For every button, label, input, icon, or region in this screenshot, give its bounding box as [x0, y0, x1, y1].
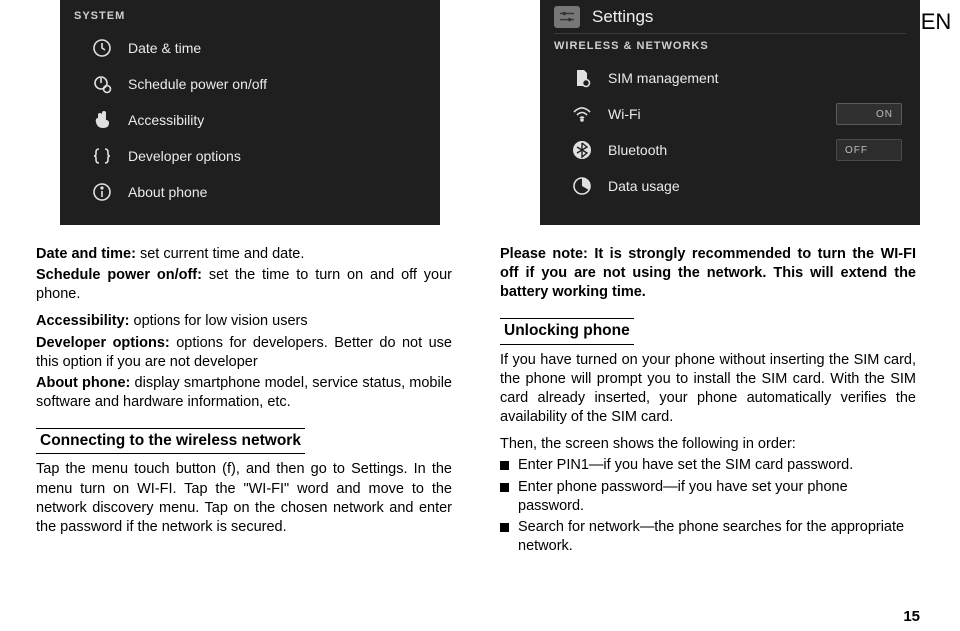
setting-wifi[interactable]: Wi-Fi ON — [554, 96, 906, 132]
braces-icon — [92, 146, 112, 166]
section-header-wireless: WIRELESS & NETWORKS — [554, 40, 906, 52]
term-schedule-power: Schedule power on/off: — [36, 267, 202, 283]
setting-label: SIM management — [608, 70, 906, 86]
bluetooth-icon — [572, 140, 592, 160]
desc-date-time: set current time and date. — [136, 246, 304, 262]
setting-sim-management[interactable]: SIM management — [554, 60, 906, 96]
settings-sliders-icon — [554, 6, 580, 28]
setting-label: Developer options — [128, 148, 426, 164]
please-note: Please note: It is strongly recommended … — [500, 246, 916, 300]
setting-label: Wi-Fi — [608, 106, 820, 122]
body-column-right: Please note: It is strongly recommended … — [500, 245, 916, 558]
page-number: 15 — [903, 608, 920, 625]
data-usage-icon — [572, 176, 592, 196]
list-item: Search for network—the phone searches fo… — [500, 518, 916, 556]
setting-label: About phone — [128, 184, 426, 200]
setting-label: Bluetooth — [608, 142, 820, 158]
term-accessibility: Accessibility: — [36, 313, 130, 329]
setting-schedule-power[interactable]: Schedule power on/off — [74, 66, 426, 102]
clock-icon — [92, 38, 112, 58]
setting-date-time[interactable]: Date & time — [74, 30, 426, 66]
info-icon — [92, 182, 112, 202]
paragraph-wifi-instructions: Tap the menu touch button (f), and then … — [36, 460, 452, 537]
heading-unlocking-phone: Unlocking phone — [500, 318, 634, 344]
settings-title-row: Settings — [554, 0, 906, 34]
section-header-system: SYSTEM — [74, 10, 426, 22]
sim-icon — [572, 68, 592, 88]
term-developer-options: Developer options: — [36, 335, 170, 351]
setting-data-usage[interactable]: Data usage — [554, 168, 906, 204]
wireless-settings-panel: Settings WIRELESS & NETWORKS SIM managem… — [540, 0, 920, 225]
term-date-time: Date and time: — [36, 246, 136, 262]
setting-label: Date & time — [128, 40, 426, 56]
unlock-steps-list: Enter PIN1—if you have set the SIM card … — [500, 456, 916, 556]
setting-accessibility[interactable]: Accessibility — [74, 102, 426, 138]
setting-bluetooth[interactable]: Bluetooth OFF — [554, 132, 906, 168]
settings-title: Settings — [592, 7, 653, 27]
setting-about-phone[interactable]: About phone — [74, 174, 426, 210]
language-badge: EN — [916, 6, 956, 38]
paragraph-screen-shows: Then, the screen shows the following in … — [500, 435, 916, 454]
setting-label: Accessibility — [128, 112, 426, 128]
setting-developer-options[interactable]: Developer options — [74, 138, 426, 174]
term-about-phone: About phone: — [36, 375, 130, 391]
hand-icon — [92, 110, 112, 130]
setting-label: Schedule power on/off — [128, 76, 426, 92]
wifi-icon — [572, 104, 592, 124]
setting-label: Data usage — [608, 178, 906, 194]
wifi-toggle[interactable]: ON — [836, 103, 902, 125]
body-column-left: Date and time: set current time and date… — [36, 245, 452, 558]
list-item: Enter phone password—if you have set you… — [500, 478, 916, 516]
bluetooth-toggle[interactable]: OFF — [836, 139, 902, 161]
heading-connecting-wireless: Connecting to the wireless network — [36, 428, 305, 454]
power-schedule-icon — [92, 74, 112, 94]
paragraph-sim-check: If you have turned on your phone without… — [500, 351, 916, 428]
list-item: Enter PIN1—if you have set the SIM card … — [500, 456, 916, 475]
system-settings-panel: SYSTEM Date & time Schedule power on/off — [60, 0, 440, 225]
desc-accessibility: options for low vision users — [130, 313, 308, 329]
